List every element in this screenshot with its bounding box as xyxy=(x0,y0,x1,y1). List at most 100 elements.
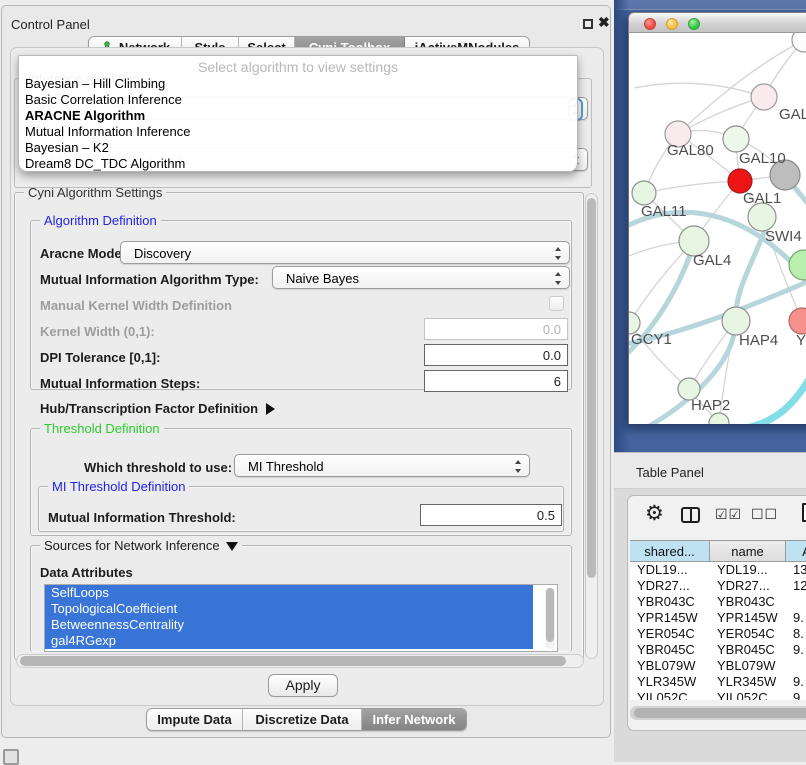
settings-vertical-scrollbar-thumb[interactable] xyxy=(587,198,596,578)
sources-group-title[interactable]: Sources for Network Inference xyxy=(40,538,242,553)
mi-steps-field[interactable]: 6 xyxy=(424,370,568,392)
network-node-swi4[interactable] xyxy=(748,203,776,231)
table-row[interactable]: YDL19...YDL19...13 xyxy=(630,562,806,578)
settings-horizontal-scrollbar-thumb[interactable] xyxy=(20,656,566,666)
attribute-item-selected[interactable]: gal4RGexp xyxy=(45,633,533,649)
expanded-arrow-icon[interactable] xyxy=(226,542,238,551)
network-canvas[interactable]: GALGAL80GAL10GAL1GAL11SWI4GAL4GCY1HAP4YH… xyxy=(628,33,806,424)
algorithm-option[interactable]: Bayesian – Hill Climbing xyxy=(19,76,577,92)
table-row[interactable]: YDR27...YDR27...12 xyxy=(630,578,806,594)
network-node[interactable] xyxy=(789,250,806,280)
apply-button[interactable]: Apply xyxy=(268,674,338,697)
close-panel-icon[interactable]: ✖ xyxy=(598,14,610,31)
table-horizontal-scrollbar-thumb[interactable] xyxy=(634,708,806,718)
algorithm-option[interactable]: Mutual Information Inference xyxy=(19,124,577,140)
algorithm-option[interactable]: Basic Correlation Inference xyxy=(19,92,577,108)
table-cell[interactable]: YBR043C xyxy=(710,594,786,610)
network-node-hap4[interactable] xyxy=(722,307,750,335)
table-cell[interactable]: YBL079W xyxy=(630,658,710,674)
table-cell[interactable]: YIL052C xyxy=(710,690,786,700)
bottom-tab-discretize-data[interactable]: Discretize Data xyxy=(243,709,362,730)
column-header[interactable]: shared... xyxy=(630,541,710,561)
settings-horizontal-scrollbar[interactable] xyxy=(16,654,584,668)
gear-icon[interactable]: ⚙ xyxy=(645,504,664,524)
attribute-item-selected[interactable]: BetweennessCentrality xyxy=(45,617,533,633)
table-cell[interactable]: 9. xyxy=(786,690,806,700)
table-row[interactable]: YBL079WYBL079W xyxy=(630,658,806,674)
column-manager-icon[interactable] xyxy=(681,507,700,523)
table-row[interactable]: YER054CYER054C8. xyxy=(630,626,806,642)
table-cell[interactable]: 8. xyxy=(786,626,806,642)
deselect-all-checkboxes-icon[interactable]: ☐☐ xyxy=(751,506,778,523)
table-cell[interactable]: 12 xyxy=(786,578,806,594)
network-node[interactable] xyxy=(792,33,806,52)
threshold-definition-title: Threshold Definition xyxy=(40,421,164,436)
table-row[interactable]: YIL052CYIL052C9. xyxy=(630,690,806,700)
manual-kernel-checkbox[interactable] xyxy=(549,296,564,311)
table-horizontal-scrollbar[interactable] xyxy=(630,706,806,720)
network-edge-highlighted[interactable] xyxy=(741,376,806,424)
new-column-icon[interactable] xyxy=(802,503,806,522)
zoom-window-icon[interactable] xyxy=(688,18,700,30)
table-row[interactable]: YLR345WYLR345W9. xyxy=(630,674,806,690)
collapsed-arrow-icon[interactable] xyxy=(266,403,275,415)
table-cell[interactable]: YBR045C xyxy=(710,642,786,658)
table-cell[interactable]: 9. xyxy=(786,674,806,690)
algorithm-option[interactable]: Bayesian – K2 xyxy=(19,140,577,156)
dpi-tolerance-label: DPI Tolerance [0,1]: xyxy=(40,350,160,365)
table-cell[interactable]: YDR27... xyxy=(630,578,710,594)
mi-type-select[interactable]: Naive Bayes xyxy=(272,266,570,289)
table-cell[interactable]: YLR345W xyxy=(630,674,710,690)
column-header[interactable]: A xyxy=(786,541,806,561)
table-cell[interactable]: YER054C xyxy=(630,626,710,642)
network-node-y[interactable] xyxy=(789,308,806,334)
table-cell[interactable]: YLR345W xyxy=(710,674,786,690)
network-node-gal[interactable] xyxy=(751,84,777,110)
bottom-tab-impute-data[interactable]: Impute Data xyxy=(147,709,243,730)
collapsed-panel-icon[interactable] xyxy=(3,749,19,765)
hub-definition-toggle[interactable]: Hub/Transcription Factor Definition xyxy=(40,401,275,416)
attribute-item-selected[interactable]: SelfLoops xyxy=(45,585,533,601)
table-cell[interactable]: YBR045C xyxy=(630,642,710,658)
table-cell[interactable]: YDL19... xyxy=(710,562,786,578)
algorithm-dropdown-popup: Select algorithm to view settings Bayesi… xyxy=(18,55,578,172)
table-cell[interactable] xyxy=(786,658,806,674)
list-scrollbar-thumb[interactable] xyxy=(546,588,554,642)
attribute-item-selected[interactable]: TopologicalCoefficient xyxy=(45,601,533,617)
table-cell[interactable]: YBL079W xyxy=(710,658,786,674)
network-node-gal11[interactable] xyxy=(632,181,656,205)
network-node-gal10[interactable] xyxy=(723,126,749,152)
bottom-tab-infer-network[interactable]: Infer Network xyxy=(362,709,466,730)
dpi-tolerance-field[interactable]: 0.0 xyxy=(424,344,568,366)
algorithm-option[interactable]: Dream8 DC_TDC Algorithm xyxy=(19,156,577,172)
which-threshold-select[interactable]: MI Threshold xyxy=(234,454,530,477)
table-cell[interactable]: YPR145W xyxy=(710,610,786,626)
table-cell[interactable]: 13 xyxy=(786,562,806,578)
table-cell[interactable]: YDR27... xyxy=(710,578,786,594)
table-cell[interactable]: YDL19... xyxy=(630,562,710,578)
table-cell[interactable]: 9. xyxy=(786,610,806,626)
table-cell[interactable]: YIL052C xyxy=(630,690,710,700)
table-row[interactable]: YBR043CYBR043C xyxy=(630,594,806,610)
mi-threshold-field[interactable]: 0.5 xyxy=(420,504,562,526)
select-all-checkboxes-icon[interactable]: ☑☑ xyxy=(715,506,742,523)
algorithm-option[interactable]: ARACNE Algorithm xyxy=(19,108,577,124)
close-window-icon[interactable] xyxy=(644,18,656,30)
table-cell[interactable]: 9. xyxy=(786,642,806,658)
network-window-titlebar[interactable] xyxy=(628,12,806,33)
table-row[interactable]: YBR045CYBR045C9. xyxy=(630,642,806,658)
table-cell[interactable] xyxy=(786,594,806,610)
float-window-icon[interactable] xyxy=(583,19,593,29)
network-graph[interactable]: GALGAL80GAL10GAL1GAL11SWI4GAL4GCY1HAP4YH… xyxy=(629,33,806,424)
column-header[interactable]: name xyxy=(710,541,786,561)
table-cell[interactable]: YER054C xyxy=(710,626,786,642)
data-attributes-list: SelfLoopsTopologicalCoefficientBetweenne… xyxy=(44,584,558,652)
minimize-window-icon[interactable] xyxy=(666,18,678,30)
kernel-width-field[interactable]: 0.0 xyxy=(424,318,568,340)
table-cell[interactable]: YBR043C xyxy=(630,594,710,610)
aracne-mode-select[interactable]: Discovery xyxy=(120,241,570,264)
settings-vertical-scrollbar[interactable] xyxy=(585,193,598,659)
list-scrollbar[interactable] xyxy=(545,587,555,649)
table-cell[interactable]: YPR145W xyxy=(630,610,710,626)
table-row[interactable]: YPR145WYPR145W9. xyxy=(630,610,806,626)
